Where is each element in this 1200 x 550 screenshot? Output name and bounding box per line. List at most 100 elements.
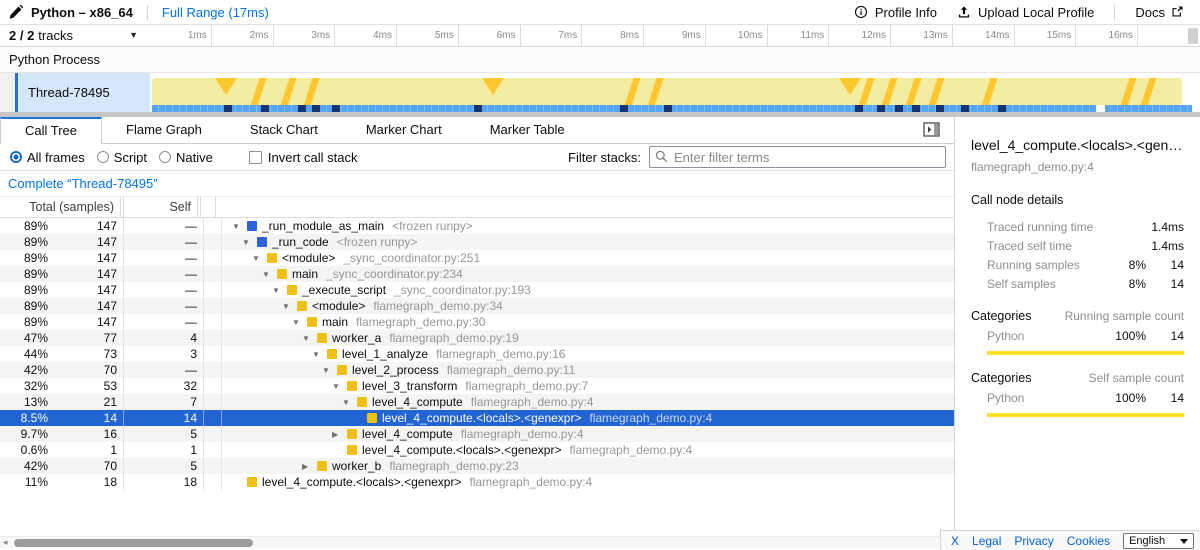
column-header-self[interactable]: Self	[124, 197, 198, 217]
tracks-word: tracks	[38, 28, 73, 43]
tab-flame-graph[interactable]: Flame Graph	[102, 117, 226, 143]
footer-link-x[interactable]: X	[951, 534, 959, 548]
ruler-tick: 14ms	[953, 25, 1015, 46]
function-name: level_4_compute.<locals>.<genexpr>	[262, 475, 461, 489]
table-row[interactable]: 89%147—▼_execute_script_sync_coordinator…	[0, 282, 954, 298]
collapse-icon[interactable]: ▼	[262, 270, 277, 279]
category-square	[287, 285, 297, 295]
time-ruler[interactable]: 1ms2ms3ms4ms5ms6ms7ms8ms9ms10ms11ms12ms1…	[150, 25, 1200, 46]
table-row[interactable]: 89%147—▼_run_module_as_main<frozen runpy…	[0, 218, 954, 234]
table-row[interactable]: 11%1818level_4_compute.<locals>.<genexpr…	[0, 474, 954, 490]
collapse-icon[interactable]: ▼	[332, 382, 347, 391]
collapse-icon[interactable]: ▼	[232, 222, 247, 231]
scrollbar-thumb[interactable]	[14, 539, 253, 547]
table-row[interactable]: 32%5332▼level_3_transformflamegraph_demo…	[0, 378, 954, 394]
footer-link-privacy[interactable]: Privacy	[1014, 534, 1053, 548]
process-track-header[interactable]: Python Process	[0, 47, 1200, 73]
tree-indent	[232, 338, 302, 339]
collapse-icon[interactable]: ▼	[282, 302, 297, 311]
full-range-link[interactable]: Full Range (17ms)	[162, 5, 269, 20]
file-location: <frozen runpy>	[392, 219, 473, 233]
table-row[interactable]: 42%70—▼level_2_processflamegraph_demo.py…	[0, 362, 954, 378]
collapse-icon[interactable]: ▼	[312, 350, 327, 359]
total-percent: 13%	[0, 395, 48, 409]
docs-button[interactable]: Docs	[1129, 5, 1192, 20]
table-row[interactable]: 89%147—▼<module>_sync_coordinator.py:251	[0, 250, 954, 266]
language-select[interactable]: English (US)	[1123, 533, 1194, 549]
table-row[interactable]: 47%774▼worker_aflamegraph_demo.py:19	[0, 330, 954, 346]
column-header-total[interactable]: Total (samples)	[0, 197, 121, 217]
table-row[interactable]: 89%147—▼<module>flamegraph_demo.py:34	[0, 298, 954, 314]
upload-label: Upload Local Profile	[978, 5, 1094, 20]
tab-marker-chart[interactable]: Marker Chart	[342, 117, 466, 143]
collapse-icon[interactable]: ▼	[252, 254, 267, 263]
collapse-icon[interactable]: ▼	[242, 238, 257, 247]
filter-stacks-input[interactable]	[649, 146, 946, 168]
function-cell: ▼level_2_processflamegraph_demo.py:11	[222, 362, 954, 378]
footer-link-legal[interactable]: Legal	[972, 534, 1001, 548]
upload-local-profile-button[interactable]: Upload Local Profile	[951, 5, 1100, 20]
radio-label: All frames	[27, 150, 85, 165]
table-row[interactable]: 89%147—▼_run_code<frozen runpy>	[0, 234, 954, 250]
category-square	[367, 413, 377, 423]
categories-title: Categories	[971, 371, 1031, 385]
categories-title: Categories	[971, 309, 1031, 323]
collapse-icon[interactable]: ▼	[302, 334, 317, 343]
selected-node-file: flamegraph_demo.py:4	[971, 160, 1184, 174]
table-row[interactable]: 89%147—▼mainflamegraph_demo.py:30	[0, 314, 954, 330]
tab-marker-table[interactable]: Marker Table	[466, 117, 589, 143]
timeline-vertical-scrollbar[interactable]	[1188, 28, 1198, 44]
table-row[interactable]: 89%147—▼main_sync_coordinator.py:234	[0, 266, 954, 282]
tracks-dropdown[interactable]: 2 / 2 tracks ▼	[0, 25, 150, 46]
total-percent: 89%	[0, 251, 48, 265]
total-cell: 42%70	[0, 362, 124, 378]
table-row[interactable]: 44%733▼level_1_analyzeflamegraph_demo.py…	[0, 346, 954, 362]
scroll-left-icon[interactable]: ◂	[3, 537, 8, 548]
function-name: _execute_script	[302, 283, 386, 297]
sidebar-toggle-icon[interactable]	[923, 122, 940, 137]
table-row[interactable]: 9.7%165▶level_4_computeflamegraph_demo.p…	[0, 426, 954, 442]
expand-icon[interactable]: ▶	[302, 462, 317, 471]
activity-graph	[152, 78, 1182, 105]
thread-activity-canvas[interactable]	[150, 73, 1200, 112]
total-percent: 42%	[0, 363, 48, 377]
total-cell: 0.6%1	[0, 442, 124, 458]
radio-all-frames[interactable]: All frames	[10, 150, 85, 165]
file-location: _sync_coordinator.py:251	[343, 251, 480, 265]
radio-native[interactable]: Native	[159, 150, 213, 165]
collapse-icon[interactable]: ▼	[272, 286, 287, 295]
thread-track-label[interactable]: Thread-78495	[18, 73, 150, 112]
radio-icon	[10, 151, 22, 163]
profile-info-button[interactable]: Profile Info	[848, 5, 943, 20]
breadcrumb[interactable]: Complete “Thread-78495”	[8, 176, 158, 191]
table-row[interactable]: 13%217▼level_4_computeflamegraph_demo.py…	[0, 394, 954, 410]
total-cell: 13%21	[0, 394, 124, 410]
function-cell: ▶level_4_computeflamegraph_demo.py:4	[222, 426, 954, 442]
expand-icon[interactable]: ▶	[332, 430, 347, 439]
sample-block	[961, 105, 969, 112]
collapse-icon[interactable]: ▼	[322, 366, 337, 375]
categories-header: CategoriesSelf sample count	[971, 371, 1184, 385]
table-row[interactable]: 42%705▶worker_bflamegraph_demo.py:23	[0, 458, 954, 474]
sample-block	[855, 105, 863, 112]
function-cell: ▶worker_bflamegraph_demo.py:23	[222, 458, 954, 474]
table-row[interactable]: 0.6%11level_4_compute.<locals>.<genexpr>…	[0, 442, 954, 458]
edit-profile-name-icon[interactable]	[8, 5, 23, 20]
tree-indent	[232, 402, 342, 403]
category-value: 14	[1146, 329, 1184, 343]
collapse-icon[interactable]: ▼	[292, 318, 307, 327]
tab-stack-chart[interactable]: Stack Chart	[226, 117, 342, 143]
function-cell: ▼level_4_computeflamegraph_demo.py:4	[222, 394, 954, 410]
table-row[interactable]: 8.5%1414level_4_compute.<locals>.<genexp…	[0, 410, 954, 426]
stat-label: Self samples	[987, 277, 1104, 291]
function-cell: ▼level_1_analyzeflamegraph_demo.py:16	[222, 346, 954, 362]
collapse-icon[interactable]: ▼	[342, 398, 357, 407]
tab-call-tree[interactable]: Call Tree	[0, 117, 102, 144]
stat-value: 14	[1146, 277, 1184, 291]
radio-script[interactable]: Script	[97, 150, 147, 165]
invert-call-stack-checkbox[interactable]: Invert call stack	[249, 150, 358, 165]
footer-link-cookies[interactable]: Cookies	[1067, 534, 1110, 548]
filter-stacks-label: Filter stacks:	[568, 150, 641, 165]
horizontal-scrollbar[interactable]: ◂	[0, 536, 954, 548]
function-cell: ▼<module>flamegraph_demo.py:34	[222, 298, 954, 314]
